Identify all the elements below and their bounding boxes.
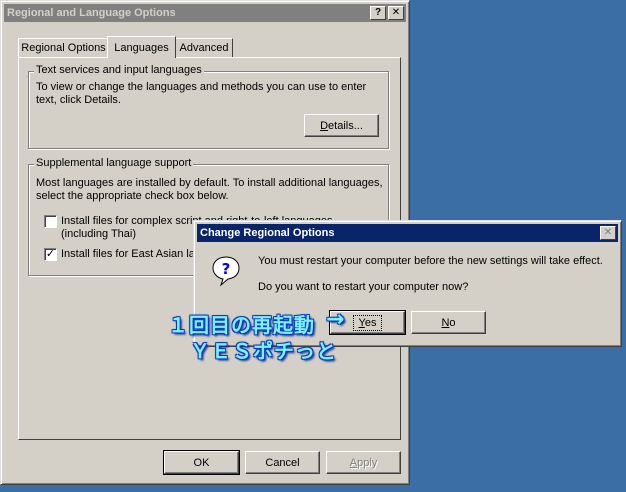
question-icon: ? — [211, 255, 241, 287]
ok-button[interactable]: OK — [163, 450, 240, 475]
tab-languages[interactable]: Languages — [107, 36, 176, 58]
text-services-group: Text services and input languages To vie… — [28, 64, 389, 149]
tab-regional-options[interactable]: Regional Options — [18, 38, 109, 57]
text-services-description-1: To view or change the languages and meth… — [36, 81, 367, 93]
east-asian-checkbox[interactable]: ✓ — [44, 248, 57, 261]
complex-script-checkbox[interactable] — [44, 215, 57, 228]
supplemental-description-1: Most languages are installed by default.… — [36, 177, 383, 189]
supplemental-legend: Supplemental language support — [34, 157, 194, 169]
restart-message-1: You must restart your computer before th… — [258, 255, 603, 267]
main-title: Regional and Language Options — [7, 7, 176, 19]
details-button[interactable]: Details... — [304, 114, 379, 137]
no-button[interactable]: No — [411, 311, 486, 334]
help-button[interactable]: ? — [370, 6, 386, 20]
supplemental-description-2: select the appropriate check box below. — [36, 190, 229, 202]
close-button[interactable]: ✕ — [388, 6, 404, 20]
annotation-arrow-icon: → — [326, 307, 346, 332]
restart-close-button[interactable]: ✕ — [600, 226, 616, 240]
annotation-line-1: １回目の再起動 — [168, 313, 315, 337]
text-services-description-2: text, click Details. — [36, 94, 121, 106]
cancel-button[interactable]: Cancel — [245, 451, 320, 474]
main-title-bar[interactable]: Regional and Language Options ? ✕ — [4, 4, 406, 22]
restart-message-2: Do you want to restart your computer now… — [258, 281, 469, 293]
restart-title: Change Regional Options — [200, 227, 335, 239]
tab-advanced[interactable]: Advanced — [175, 38, 233, 57]
complex-script-label-2: (including Thai) — [61, 228, 137, 240]
close-icon: ✕ — [603, 227, 613, 238]
east-asian-label: Install files for East Asian lar — [61, 248, 199, 260]
restart-title-bar[interactable]: Change Regional Options ✕ — [197, 224, 618, 242]
apply-button[interactable]: Apply — [326, 451, 401, 474]
text-services-legend: Text services and input languages — [34, 64, 204, 76]
annotation-line-2: ＹＥＳポチっと — [190, 339, 337, 363]
svg-text:?: ? — [222, 260, 231, 278]
close-icon: ✕ — [391, 7, 401, 18]
